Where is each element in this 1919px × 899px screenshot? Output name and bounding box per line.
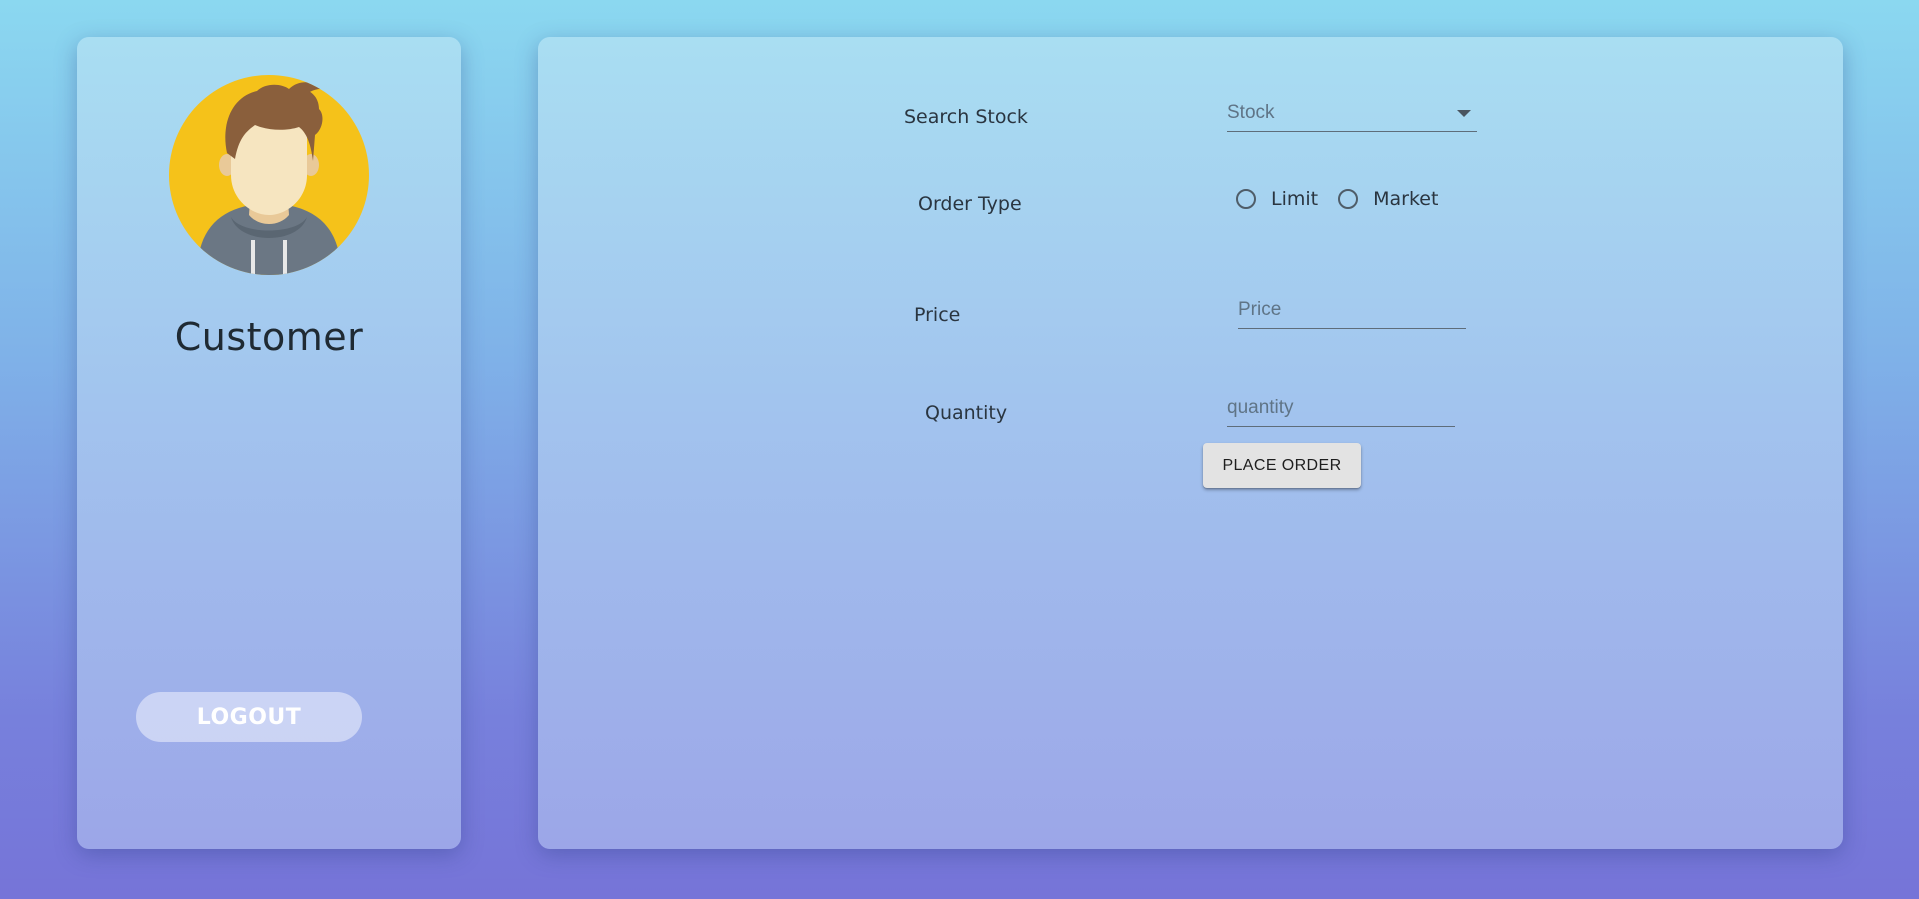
quantity-label: Quantity xyxy=(925,402,1008,424)
sidebar-panel: Customer LOGOUT xyxy=(77,37,461,849)
stock-select-placeholder: Stock xyxy=(1227,102,1275,123)
radio-option-market[interactable]: Market xyxy=(1338,188,1438,210)
logout-button[interactable]: LOGOUT xyxy=(136,692,362,742)
radio-unchecked-icon[interactable] xyxy=(1338,189,1359,209)
price-label: Price xyxy=(914,304,961,326)
price-input[interactable]: Price xyxy=(1238,292,1466,329)
quantity-input[interactable]: quantity xyxy=(1227,390,1455,427)
search-stock-label: Search Stock xyxy=(904,106,1028,128)
price-input-placeholder: Price xyxy=(1238,299,1282,320)
order-type-radio-group: Limit Market xyxy=(1236,184,1458,214)
radio-label-limit: Limit xyxy=(1271,188,1319,210)
place-order-button[interactable]: PLACE ORDER xyxy=(1203,443,1361,488)
user-avatar-icon xyxy=(169,75,369,275)
radio-unchecked-icon[interactable] xyxy=(1236,189,1256,209)
order-type-label: Order Type xyxy=(918,193,1022,215)
order-form-panel: Search Stock Stock Order Type Limit Mark… xyxy=(538,37,1843,849)
radio-label-market: Market xyxy=(1373,188,1439,210)
radio-option-limit[interactable]: Limit xyxy=(1236,188,1318,210)
quantity-input-placeholder: quantity xyxy=(1227,397,1294,418)
user-name: Customer xyxy=(174,315,364,359)
stock-select[interactable]: Stock xyxy=(1227,95,1477,132)
chevron-down-icon[interactable] xyxy=(1457,110,1471,117)
